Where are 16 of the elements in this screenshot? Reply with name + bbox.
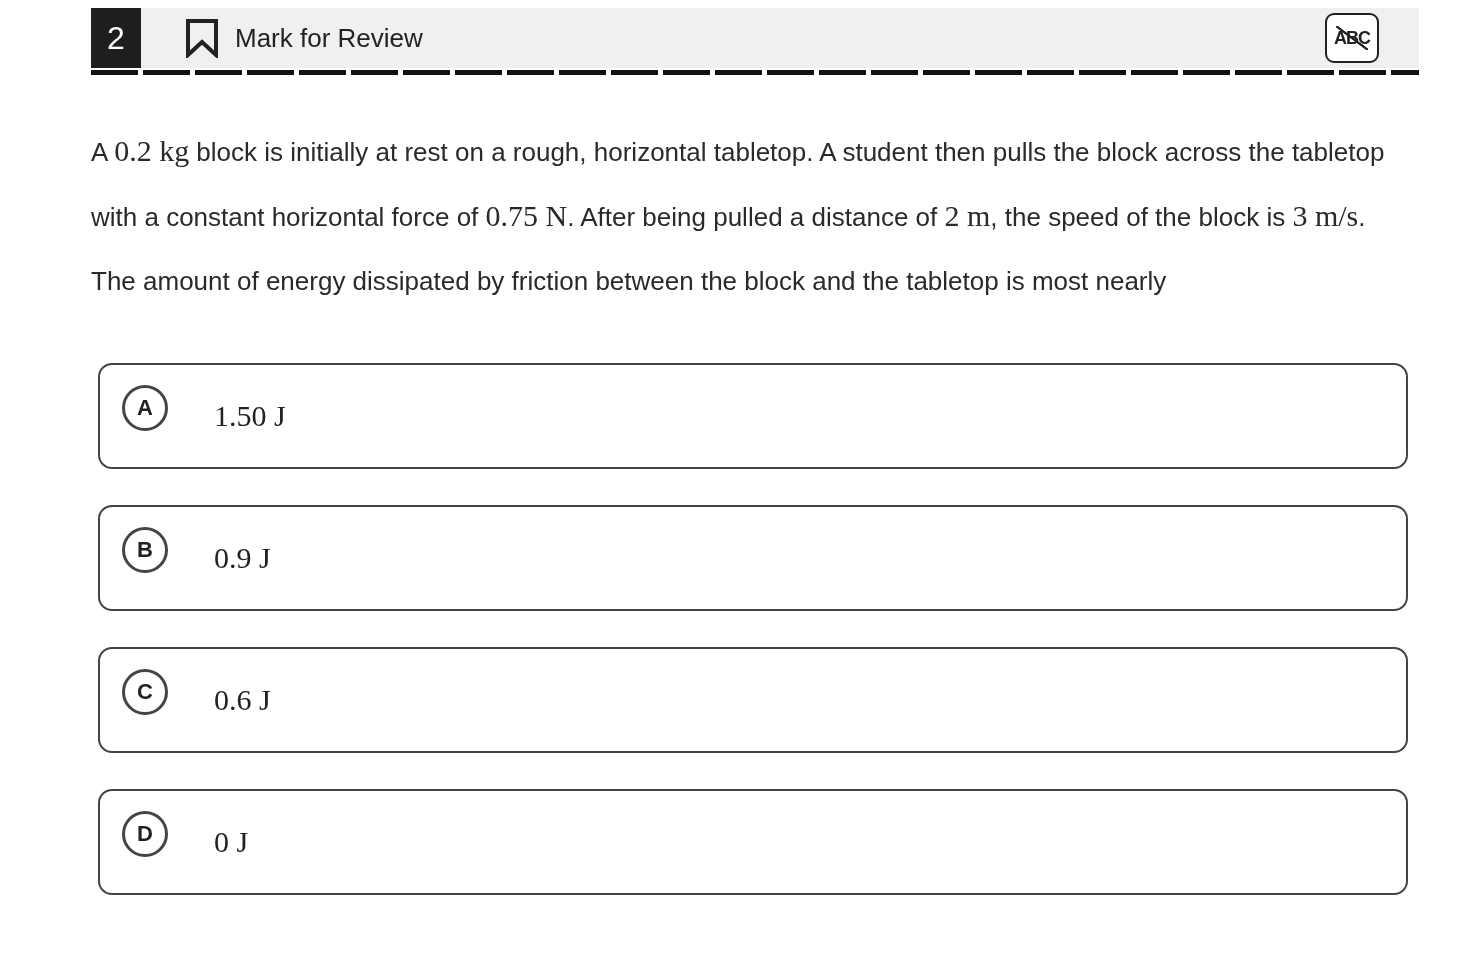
option-letter: D bbox=[122, 811, 168, 857]
option-letter: A bbox=[122, 385, 168, 431]
option-answer: 0.6 J bbox=[214, 683, 271, 717]
answer-option[interactable]: A 1.50 J bbox=[98, 363, 1408, 469]
option-answer: 0.9 J bbox=[214, 541, 271, 575]
answer-option[interactable]: B 0.9 J bbox=[98, 505, 1408, 611]
question-text: A 0.2 kg block is initially at rest on a rough, horizontal tabletop. A student then pulls the block across the tabletop with a constant horizontal force of 0.75 N. After being pulled a distance of 2 m, the speed of the block is 3 m/s. The amount of energy dissipated by friction between the block and the tabletop is most nearly bbox=[91, 133, 1386, 298]
answer-option[interactable]: D 0 J bbox=[98, 789, 1408, 895]
option-answer: 1.50 J bbox=[214, 399, 286, 433]
answer-option[interactable]: C 0.6 J bbox=[98, 647, 1408, 753]
question-number: 2 bbox=[91, 8, 141, 68]
option-answer: 0 J bbox=[214, 825, 249, 859]
bookmark-icon bbox=[185, 18, 219, 58]
option-letter: C bbox=[122, 669, 168, 715]
mark-for-review-button[interactable]: Mark for Review bbox=[185, 18, 423, 58]
option-letter: B bbox=[122, 527, 168, 573]
